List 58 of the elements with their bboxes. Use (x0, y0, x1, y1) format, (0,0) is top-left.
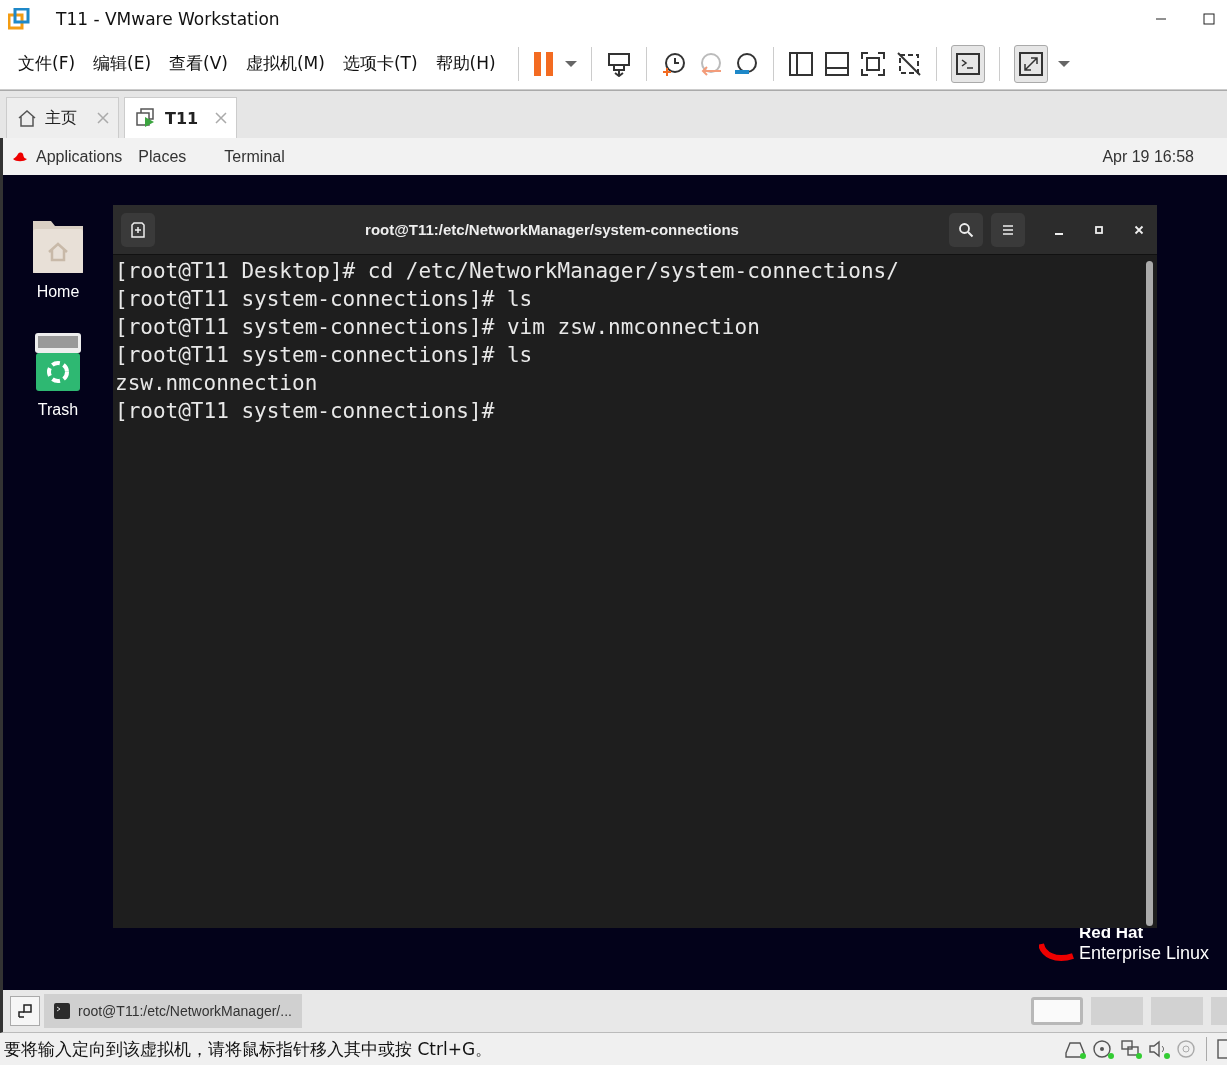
new-tab-button[interactable] (121, 212, 155, 247)
trash-icon[interactable] (33, 331, 83, 393)
monitor-icon[interactable] (605, 50, 632, 77)
terminal-line: zsw.nmconnection (115, 370, 319, 397)
terminal-line: [root@T11 Desktop]# cd /etc/NetworkManager/system-connections/ (115, 258, 900, 285)
speaker-icon[interactable] (1148, 1039, 1172, 1059)
applications-menu[interactable]: Applications (36, 147, 123, 166)
search-button[interactable] (949, 212, 983, 247)
clock-plus-icon[interactable] (660, 50, 687, 77)
windows-icon (18, 1004, 32, 1018)
close-icon[interactable] (1133, 223, 1145, 236)
crossed-window-icon[interactable] (895, 50, 922, 77)
terminal-title: root@T11:/etc/NetworkManager/system-connections (364, 221, 740, 238)
taskbar-item[interactable]: root@T11:/etc/NetworkManager/... (44, 994, 302, 1028)
maximize-icon[interactable] (1093, 223, 1105, 236)
desktop-icon-label: Trash (37, 401, 79, 419)
scrollbar[interactable] (1146, 261, 1153, 926)
disc-icon[interactable] (1092, 1039, 1116, 1059)
home-icon (17, 108, 37, 128)
menu-item[interactable]: 编辑(E) (93, 52, 152, 75)
terminal-line: [root@T11 system-connections]# vim zsw.nmconnection (115, 314, 761, 341)
drive-icon[interactable] (1064, 1039, 1088, 1059)
terminal-line: [root@T11 system-connections]# (115, 398, 496, 425)
terminal-line: [root@T11 system-connections]# ls (115, 286, 534, 313)
menu-item[interactable]: 帮助(H) (435, 52, 496, 75)
caret-icon[interactable] (564, 59, 577, 68)
desktop-icon-label: Home (36, 283, 80, 301)
maximize-icon[interactable] (1203, 13, 1215, 25)
terminal-line: [root@T11 system-connections]# ls (115, 342, 534, 369)
app-menu[interactable]: Terminal (224, 147, 285, 166)
caret-icon[interactable] (1057, 59, 1070, 68)
menu-item[interactable]: 查看(V) (169, 52, 228, 75)
search-icon (958, 221, 974, 238)
console-view-button[interactable] (950, 44, 985, 83)
menu-item[interactable]: 选项卡(T) (342, 52, 418, 75)
brand-product: Enterprise Linux (1078, 943, 1209, 964)
clock[interactable]: Apr 19 16:58 (1102, 147, 1194, 166)
menu-item[interactable]: 文件(F) (18, 52, 76, 75)
places-menu[interactable]: Places (138, 147, 187, 166)
stretch-button[interactable] (1013, 44, 1048, 83)
new-tab-icon (130, 221, 146, 238)
fullscreen-icon[interactable] (859, 50, 886, 77)
menu-item[interactable]: 虚拟机(M) (245, 52, 325, 75)
bottom-bar-icon[interactable] (823, 50, 850, 77)
pause-icon[interactable] (532, 50, 555, 77)
sidebar-icon[interactable] (787, 50, 814, 77)
terminal-icon (54, 1003, 70, 1019)
show-desktop-button[interactable] (10, 996, 40, 1026)
window-title: T11 - VMware Workstation (56, 9, 280, 29)
status-message: 要将输入定向到该虚拟机，请将鼠标指针移入其中或按 Ctrl+G。 (4, 1037, 493, 1061)
network-icon[interactable] (1120, 1039, 1144, 1059)
menu-button[interactable] (991, 212, 1025, 247)
app-logo-icon (8, 8, 30, 30)
vm-running-icon (135, 107, 157, 129)
menu-icon (1001, 222, 1015, 237)
tab[interactable]: T11 (124, 97, 237, 138)
tab[interactable]: 主页 (6, 97, 119, 138)
window-icon[interactable] (1217, 1039, 1227, 1059)
